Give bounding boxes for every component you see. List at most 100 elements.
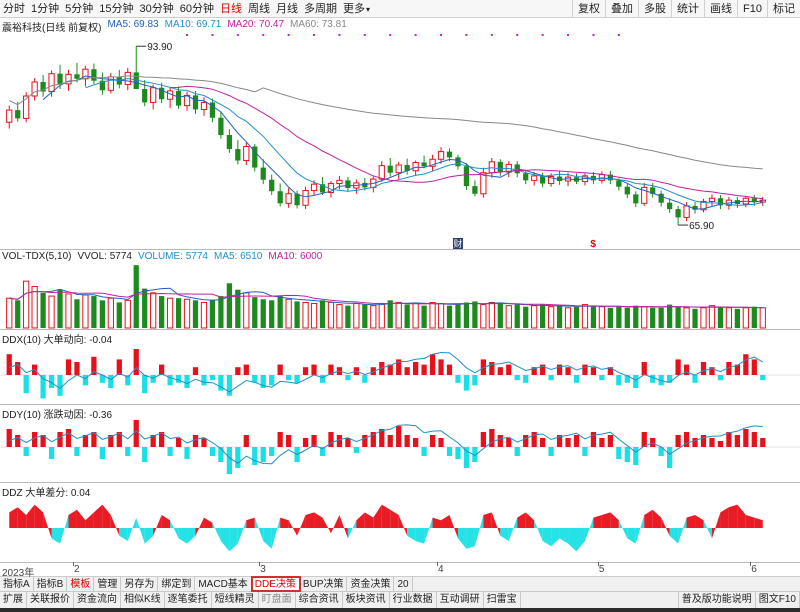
- tool-button-2[interactable]: 多股: [638, 0, 671, 18]
- candlestick-chart[interactable]: 93.90 65.90 财 $: [0, 18, 800, 250]
- period-tab-4[interactable]: 30分钟: [137, 0, 177, 18]
- candle-body: [269, 179, 275, 192]
- period-tab-8[interactable]: 月线: [273, 0, 301, 18]
- ddx-bar: [683, 364, 690, 375]
- indicator-tab-3[interactable]: 管理: [94, 577, 122, 591]
- tool-button-0[interactable]: 复权: [572, 0, 605, 18]
- ddy-bar: [565, 438, 571, 447]
- ddz-area: [93, 504, 103, 528]
- extension-tab-10[interactable]: 互动调研: [437, 592, 484, 608]
- extension-tab-2[interactable]: 资金流向: [74, 592, 121, 608]
- tool-button-1[interactable]: 叠加: [605, 0, 638, 18]
- period-tab-6[interactable]: 日线: [217, 0, 245, 18]
- ddz-area: [466, 528, 475, 549]
- volume-bar: [107, 297, 114, 329]
- ddx-bar: [150, 375, 156, 383]
- tool-button-3[interactable]: 统计: [671, 0, 704, 18]
- quote-strip: [0, 608, 800, 612]
- period-tab-1[interactable]: 1分钟: [28, 0, 62, 18]
- candle-body: [175, 90, 182, 106]
- period-tab-9[interactable]: 多周期: [301, 0, 340, 18]
- ddz-area: [297, 515, 306, 536]
- volume-bar: [159, 296, 165, 328]
- extension-tab-7[interactable]: 综合资讯: [296, 592, 343, 608]
- ddz-area: [610, 512, 619, 528]
- extension-tab-right-0[interactable]: 普及版功能说明: [677, 592, 756, 608]
- ddz-area: [441, 515, 450, 528]
- ddz-area: [695, 515, 704, 528]
- tool-button-5[interactable]: F10: [737, 0, 767, 18]
- ddz-chart[interactable]: [0, 483, 800, 563]
- ddy-bar: [573, 435, 580, 447]
- candle-body: [437, 151, 445, 160]
- ddy-bar: [396, 426, 402, 447]
- indicator-tab-5[interactable]: 绑定到: [158, 577, 196, 591]
- indicator-tab-row: 指标A 指标B 模板 管理 另存为 绑定到 MACD基本 DDE决策 BUP决策 资金决策 20: [0, 576, 800, 592]
- tool-button-6[interactable]: 标记: [767, 0, 800, 18]
- extension-tab-1[interactable]: 关联报价: [27, 592, 74, 608]
- ddy-bar: [599, 438, 605, 447]
- ddz-area: [229, 528, 238, 552]
- tool-button-4[interactable]: 画线: [704, 0, 737, 18]
- period-tab-2[interactable]: 5分钟: [62, 0, 96, 18]
- indicator-tab-0[interactable]: 指标A: [0, 577, 34, 591]
- ddx-bar: [108, 375, 114, 388]
- ddx-bar: [421, 364, 427, 375]
- ddy-chart[interactable]: [0, 405, 800, 483]
- ddy-bar: [446, 447, 453, 456]
- extension-tab-0[interactable]: 扩展: [0, 592, 27, 608]
- candlestick-pane[interactable]: 震裕科技(日线 前复权) MA5: 69.83 MA10: 69.71 MA20…: [0, 18, 800, 250]
- ddz-area: [102, 504, 111, 528]
- ddy-title: DDY(10) 涨跌动因: -0.36: [2, 410, 113, 421]
- volume-bar: [463, 302, 470, 328]
- extension-tab-9[interactable]: 行业数据: [390, 592, 437, 608]
- period-toolbar: 分时1分钟5分钟15分钟30分钟60分钟日线周线月线多周期更多 复权叠加多股统计…: [0, 0, 800, 18]
- indicator-tab-2[interactable]: 模板: [67, 577, 95, 591]
- period-tab-0[interactable]: 分时: [0, 0, 28, 18]
- extension-tab-11[interactable]: 扫雷宝: [484, 592, 521, 608]
- indicator-tab-6[interactable]: MACD基本: [195, 577, 252, 591]
- ddz-area: [68, 509, 77, 528]
- ddx-bar: [413, 362, 419, 375]
- candle-body: [497, 161, 503, 173]
- volume-bar: [175, 298, 182, 328]
- extension-tab-3[interactable]: 相似K线: [121, 592, 165, 608]
- ddx-bar: [616, 375, 622, 386]
- volume-bar: [6, 297, 13, 329]
- volume-bar: [412, 303, 419, 329]
- ddz-pane[interactable]: DDZ 大单差分: 0.04: [0, 483, 800, 563]
- extension-tab-6[interactable]: 盯盘面: [259, 592, 296, 608]
- ddz-area: [51, 528, 61, 544]
- ddy-pane[interactable]: DDY(10) 涨跌动因: -0.36: [0, 405, 800, 483]
- indicator-tab-9[interactable]: 资金决策: [347, 577, 395, 591]
- ma60-value: MA60: 73.81: [290, 19, 347, 30]
- extension-tab-5[interactable]: 短线精灵: [212, 592, 259, 608]
- period-tab-7[interactable]: 周线: [245, 0, 273, 18]
- ddz-area: [500, 528, 509, 541]
- indicator-tab-4[interactable]: 另存为: [121, 577, 159, 591]
- ddx-pane[interactable]: DDX(10) 大单动向: -0.04: [0, 330, 800, 405]
- volume-bar: [531, 305, 538, 329]
- volume-bar: [243, 292, 250, 329]
- volume-pane[interactable]: VOL-TDX(5,10) VVOL: 5774 VOLUME: 5774 MA…: [0, 250, 800, 330]
- candle-body: [531, 175, 538, 181]
- indicator-tab-7[interactable]: DDE决策: [250, 576, 301, 592]
- volume-chart[interactable]: [0, 250, 800, 330]
- period-tab-3[interactable]: 15分钟: [96, 0, 136, 18]
- ddy-bar: [590, 432, 597, 447]
- ddx-bar: [650, 375, 656, 383]
- indicator-tab-10[interactable]: 20: [394, 577, 413, 591]
- ddx-chart[interactable]: [0, 330, 800, 405]
- ddx-bar: [641, 362, 647, 375]
- ddy-bar: [65, 429, 72, 447]
- indicator-tab-1[interactable]: 指标B: [34, 577, 68, 591]
- extension-tab-8[interactable]: 板块资讯: [343, 592, 390, 608]
- period-tab-10[interactable]: 更多: [340, 0, 373, 19]
- indicator-tab-8[interactable]: BUP决策: [300, 577, 348, 591]
- extension-tab-right-1[interactable]: 图文F10: [756, 592, 800, 608]
- volume-bar: [598, 306, 606, 329]
- extension-tab-4[interactable]: 逐笔委托: [165, 592, 212, 608]
- period-tab-5[interactable]: 60分钟: [177, 0, 217, 18]
- candle-body: [455, 157, 461, 167]
- vol-title: VOL-TDX(5,10): [2, 251, 72, 262]
